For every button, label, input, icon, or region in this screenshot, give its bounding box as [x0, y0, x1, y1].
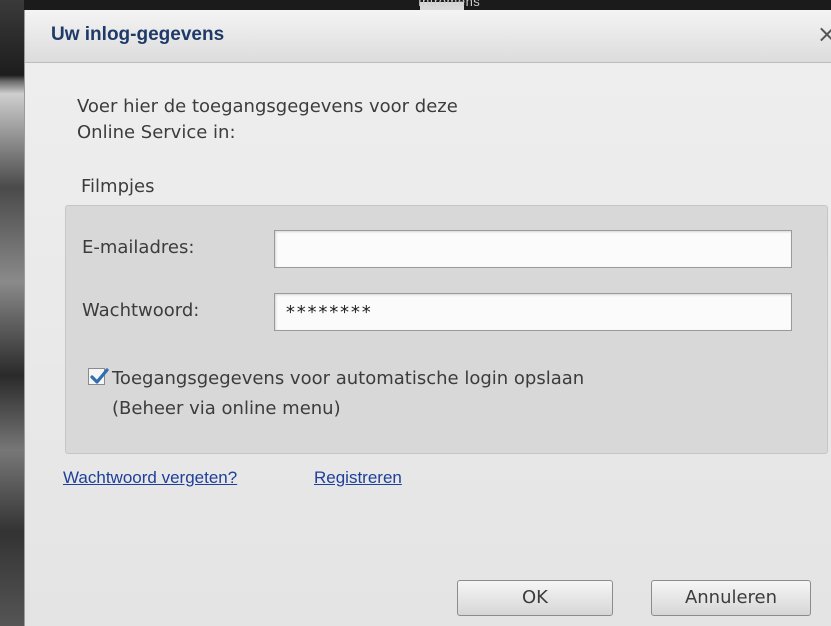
screen: Intromens Uw inlog-gegevens × Voer hier … [0, 0, 831, 626]
credentials-group: E-mailadres: Wachtwoord: Toegangsgegeven… [65, 205, 828, 454]
register-link[interactable]: Registreren [314, 468, 402, 488]
email-field[interactable] [274, 230, 792, 268]
email-label: E-mailadres: [82, 237, 195, 258]
remember-login-label: Toegangsgegevens voor automatische login… [112, 368, 585, 419]
dialog-title: Uw inlog-gegevens [51, 24, 225, 45]
ok-button[interactable]: OK [457, 580, 613, 616]
remember-login-checkbox[interactable] [88, 368, 109, 385]
background-app-text: Intromens [418, 0, 481, 9]
checkmark-icon [90, 368, 109, 384]
password-label: Wachtwoord: [82, 300, 200, 321]
forgot-password-link[interactable]: Wachtwoord vergeten? [63, 468, 237, 488]
login-dialog: Uw inlog-gegevens × Voer hier de toegang… [24, 10, 831, 626]
group-label: Filmpjes [81, 176, 155, 197]
background-app-left-strip [0, 0, 24, 626]
cancel-button[interactable]: Annuleren [651, 580, 811, 616]
password-field[interactable] [274, 293, 792, 331]
close-icon[interactable]: × [817, 22, 831, 46]
intro-text: Voer hier de toegangsgegevens voor deze … [77, 96, 458, 143]
dialog-titlebar: Uw inlog-gegevens × [25, 10, 831, 63]
